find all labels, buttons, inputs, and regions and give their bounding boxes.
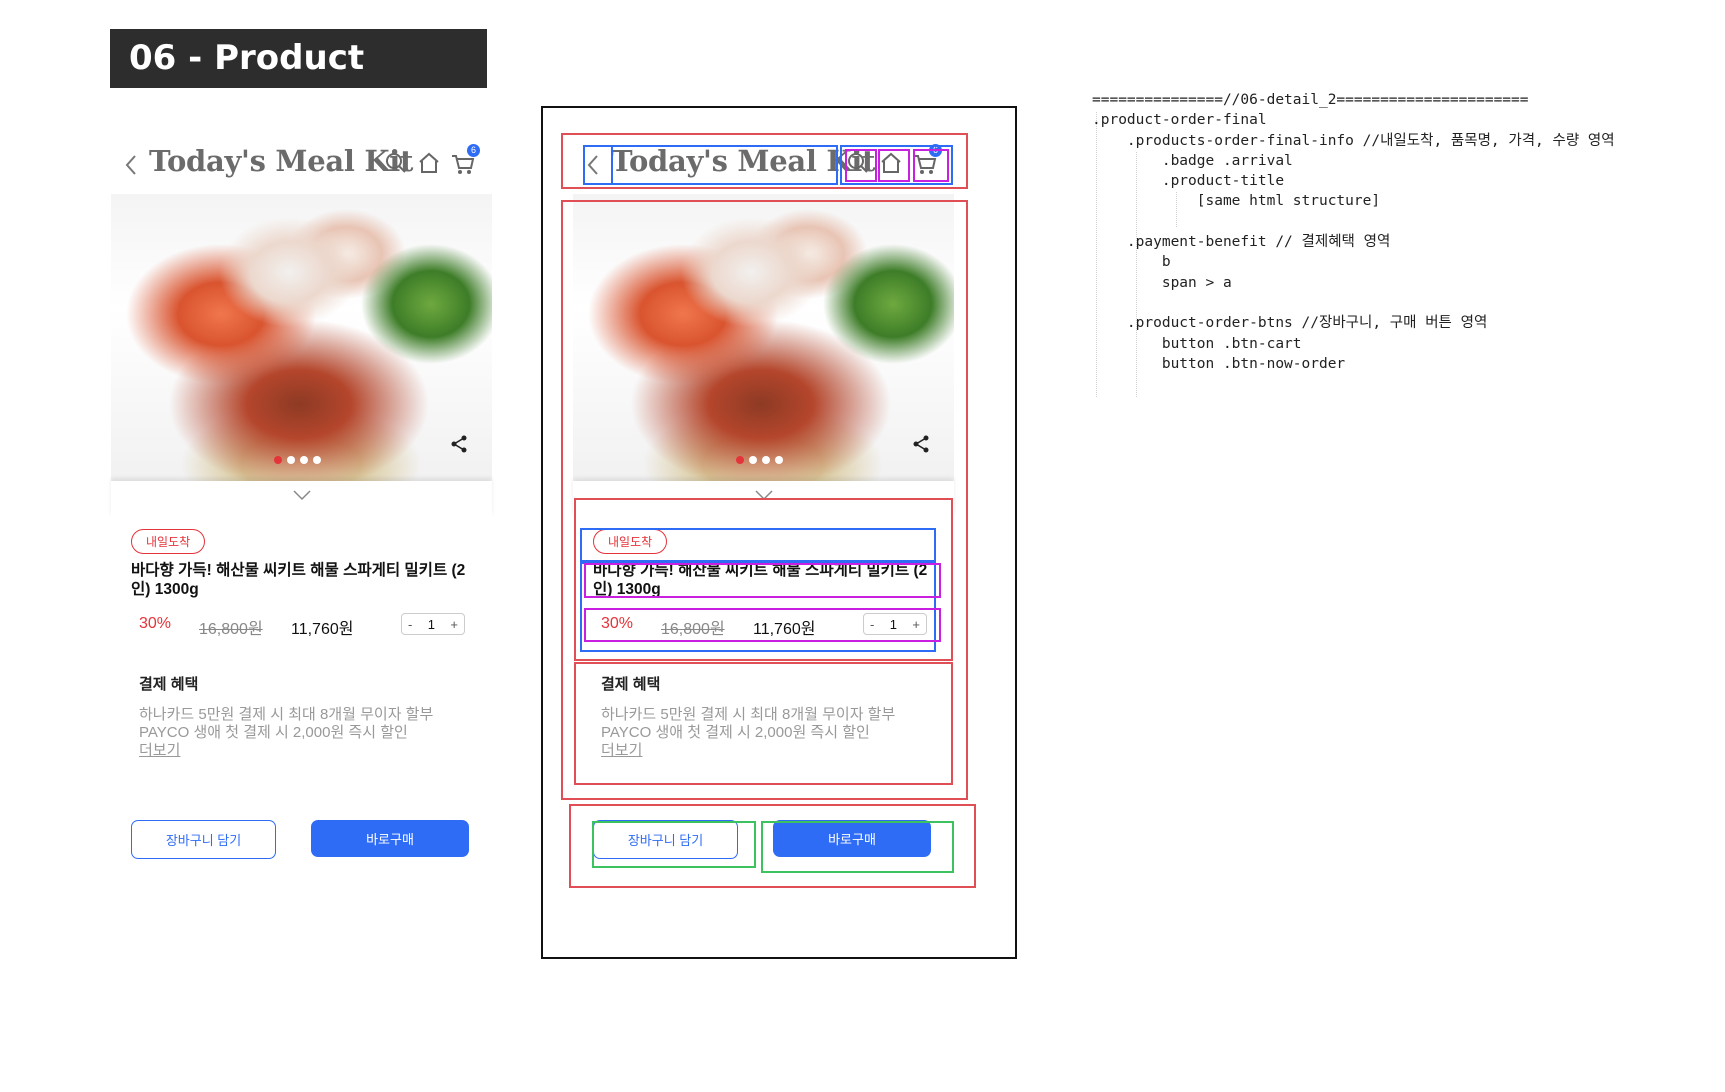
product-order-btns: 장바구니 담기 바로구매 — [111, 820, 492, 880]
product-order-btns: 장바구니 담기 바로구매 — [573, 820, 954, 880]
product-detail-screen-annotated: Today's Meal Kit 6 내일도착 바다향 가득! 해산물 씨키트 … — [573, 130, 954, 880]
product-order-final-info: 내일도착 바다향 가득! 해산물 씨키트 해물 스파게티 밀키트 (2인) 13… — [111, 517, 492, 645]
page-title: 06 - Product Detail(2) — [110, 29, 487, 137]
benefit-more-link[interactable]: 더보기 — [601, 742, 926, 760]
carousel-dot[interactable] — [762, 456, 770, 464]
buy-now-button[interactable]: 바로구매 — [773, 820, 931, 857]
arrival-badge: 내일도착 — [131, 529, 206, 554]
qty-value[interactable]: 1 — [890, 617, 897, 632]
code-line: span > a — [1092, 274, 1232, 291]
code-line: button .btn-cart — [1092, 335, 1302, 352]
product-image[interactable] — [111, 194, 492, 481]
chevron-down-icon[interactable] — [292, 489, 312, 501]
final-price: 11,760원 — [753, 621, 816, 638]
app-header: Today's Meal Kit 6 — [111, 130, 492, 194]
carousel-dot[interactable] — [287, 456, 295, 464]
product-title: 바다향 가득! 해산물 씨키트 해물 스파게티 밀키트 (2인) 1300g — [131, 562, 466, 598]
cart-button[interactable]: 6 — [910, 144, 942, 178]
payment-benefit: 결제 혜택 하나카드 5만원 결제 시 최대 8개월 무이자 할부 PAYCO … — [111, 645, 492, 760]
code-line: .payment-benefit // 결제혜택 영역 — [1092, 234, 1391, 251]
carousel-dot[interactable] — [775, 456, 783, 464]
order-sheet-handle[interactable] — [111, 481, 492, 517]
price-row: 30% 16,800원 11,760원 - 1 + — [593, 609, 934, 645]
back-arrow-icon[interactable] — [583, 150, 603, 180]
share-icon[interactable] — [449, 434, 469, 454]
back-arrow-icon[interactable] — [121, 150, 141, 180]
product-order-final-info: 내일도착 바다향 가득! 해산물 씨키트 해물 스파게티 밀키트 (2인) 13… — [573, 517, 954, 645]
share-icon[interactable] — [911, 434, 931, 454]
discount-rate: 30% — [601, 615, 634, 632]
final-price: 11,760원 — [291, 621, 354, 638]
benefit-line: 하나카드 5만원 결제 시 최대 8개월 무이자 할부 — [601, 706, 896, 723]
qty-increase-button[interactable]: + — [450, 617, 458, 632]
order-sheet-handle[interactable] — [573, 481, 954, 517]
product-title: 바다향 가득! 해산물 씨키트 해물 스파게티 밀키트 (2인) 1300g — [593, 562, 928, 598]
benefit-title: 결제 혜택 — [601, 676, 661, 693]
benefit-line: PAYCO 생애 첫 결제 시 2,000원 즉시 할인 — [601, 724, 870, 741]
quantity-stepper: - 1 + — [863, 613, 927, 635]
qty-increase-button[interactable]: + — [912, 617, 920, 632]
payment-benefit: 결제 혜택 하나카드 5만원 결제 시 최대 8개월 무이자 할부 PAYCO … — [573, 645, 954, 760]
app-header: Today's Meal Kit 6 — [573, 130, 954, 194]
brand-logo[interactable]: Today's Meal Kit — [611, 144, 875, 178]
qty-value[interactable]: 1 — [428, 617, 435, 632]
cart-count-badge: 6 — [929, 144, 942, 157]
search-icon[interactable] — [381, 148, 411, 178]
search-icon[interactable] — [843, 148, 873, 178]
cart-count-badge: 6 — [467, 144, 480, 157]
original-price: 16,800원 — [661, 621, 725, 638]
benefit-line: PAYCO 생애 첫 결제 시 2,000원 즉시 할인 — [139, 724, 408, 741]
code-line: [same html structure] — [1092, 193, 1381, 210]
buy-now-button[interactable]: 바로구매 — [311, 820, 469, 857]
quantity-stepper: - 1 + — [401, 613, 465, 635]
carousel-indicator — [736, 456, 783, 464]
discount-rate: 30% — [139, 615, 172, 632]
code-line: .product-title — [1092, 173, 1285, 190]
code-line: .product-order-btns //장바구니, 구매 버튼 영역 — [1092, 315, 1488, 332]
product-image[interactable] — [573, 194, 954, 481]
code-line: ===============//06-detail_2============… — [1092, 92, 1529, 108]
price-row: 30% 16,800원 11,760원 - 1 + — [131, 609, 472, 645]
chevron-down-icon[interactable] — [754, 489, 774, 501]
carousel-dot[interactable] — [749, 456, 757, 464]
original-price: 16,800원 — [199, 621, 263, 638]
qty-decrease-button[interactable]: - — [408, 617, 412, 632]
benefit-title: 결제 혜택 — [139, 676, 199, 693]
qty-decrease-button[interactable]: - — [870, 617, 874, 632]
add-to-cart-button[interactable]: 장바구니 담기 — [131, 820, 276, 859]
carousel-indicator — [274, 456, 321, 464]
add-to-cart-button[interactable]: 장바구니 담기 — [593, 820, 738, 859]
arrival-badge: 내일도착 — [593, 529, 668, 554]
home-icon[interactable] — [876, 148, 906, 178]
carousel-dot[interactable] — [736, 456, 744, 464]
code-line: b — [1092, 254, 1171, 271]
code-line: .product-order-final — [1092, 112, 1267, 129]
carousel-dot[interactable] — [300, 456, 308, 464]
benefit-more-link[interactable]: 더보기 — [139, 742, 464, 760]
home-icon[interactable] — [414, 148, 444, 178]
benefit-line: 하나카드 5만원 결제 시 최대 8개월 무이자 할부 — [139, 706, 434, 723]
code-structure-notes: ===============//06-detail_2============… — [1092, 90, 1615, 374]
product-detail-screen: Today's Meal Kit 6 내일도착 바다향 가득! 해산물 씨키트 … — [111, 130, 492, 880]
brand-logo[interactable]: Today's Meal Kit — [149, 144, 413, 178]
carousel-dot[interactable] — [313, 456, 321, 464]
carousel-dot[interactable] — [274, 456, 282, 464]
code-line: .products-order-final-info //내일도착, 품목명, … — [1092, 132, 1615, 149]
code-line: .badge .arrival — [1092, 152, 1293, 169]
code-line: button .btn-now-order — [1092, 355, 1346, 372]
cart-button[interactable]: 6 — [448, 144, 480, 178]
